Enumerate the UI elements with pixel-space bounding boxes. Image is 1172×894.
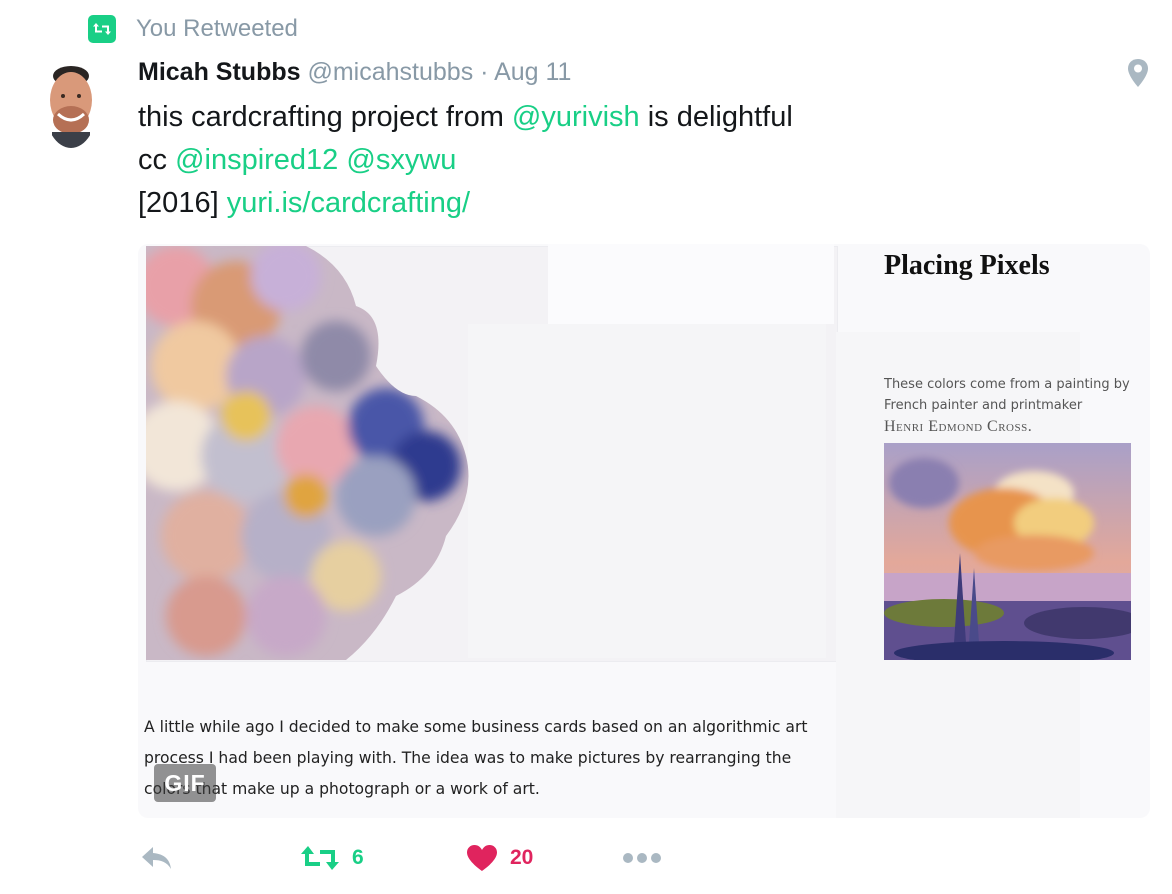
avatar[interactable]	[44, 60, 98, 148]
location-pin-icon[interactable]	[1126, 58, 1150, 88]
heart-icon	[467, 845, 497, 871]
mention-link[interactable]: @sxywu	[346, 144, 456, 176]
artist-name: Henri Edmond Cross.	[884, 418, 1033, 435]
inner-panel	[468, 324, 826, 658]
gif-badge: GIF	[154, 764, 216, 802]
more-button[interactable]	[622, 838, 662, 878]
body-line: process I had been playing with. The ide…	[144, 749, 792, 767]
retweet-button[interactable]: 6	[300, 838, 364, 878]
description-line: These colors come from a painting by	[884, 377, 1130, 392]
generative-art-image	[146, 246, 469, 660]
author-handle[interactable]: @micahstubbs	[307, 58, 473, 86]
retweet-icon	[88, 15, 116, 43]
body-line: A little while ago I decided to make som…	[144, 718, 808, 736]
tweet-text-line-1: this cardcrafting project from @yurivish…	[138, 96, 793, 139]
mention-link[interactable]: @inspired12	[175, 144, 338, 176]
tweet-text-line-3: [2016] yuri.is/cardcrafting/	[138, 182, 793, 225]
like-button[interactable]: 20	[466, 838, 533, 878]
card-title: Placing Pixels	[884, 250, 1050, 281]
card-body-text: A little while ago I decided to make som…	[144, 712, 964, 805]
header-separator: ·	[480, 58, 489, 86]
retweet-context: You Retweeted	[88, 14, 298, 44]
painting-image	[884, 443, 1131, 660]
reply-button[interactable]	[140, 838, 174, 878]
tweet-actions: 6 20	[140, 838, 740, 878]
like-count: 20	[510, 846, 534, 869]
text-segment: cc	[138, 144, 176, 176]
tweet-date[interactable]: Aug 11	[494, 58, 571, 86]
retweet-action-icon	[301, 846, 339, 870]
text-segment: this cardcrafting project from	[138, 101, 512, 133]
description-line: French painter and printmaker	[884, 398, 1083, 413]
tweet-text-line-2: cc @inspired12 @sxywu	[138, 139, 793, 182]
card-description: These colors come from a painting by Fre…	[884, 374, 1146, 437]
mention-link[interactable]: @yurivish	[512, 101, 640, 133]
retweet-count: 6	[352, 846, 364, 869]
more-dots-icon	[623, 853, 661, 863]
text-segment: is delightful	[639, 101, 793, 133]
top-panel	[548, 244, 834, 324]
tweet-text: this cardcrafting project from @yurivish…	[138, 96, 793, 225]
text-segment: [2016]	[138, 187, 227, 219]
body-line: colors that make up a photograph or a wo…	[144, 780, 540, 798]
retweet-context-label[interactable]: You Retweeted	[136, 15, 298, 43]
author-name[interactable]: Micah Stubbs	[138, 58, 301, 86]
tweet-header: Micah Stubbs @micahstubbs · Aug 11	[138, 58, 571, 87]
reply-icon	[142, 847, 171, 869]
url-link[interactable]: yuri.is/cardcrafting/	[227, 187, 470, 219]
media-card[interactable]: Placing Pixels These colors come from a …	[138, 244, 1150, 818]
